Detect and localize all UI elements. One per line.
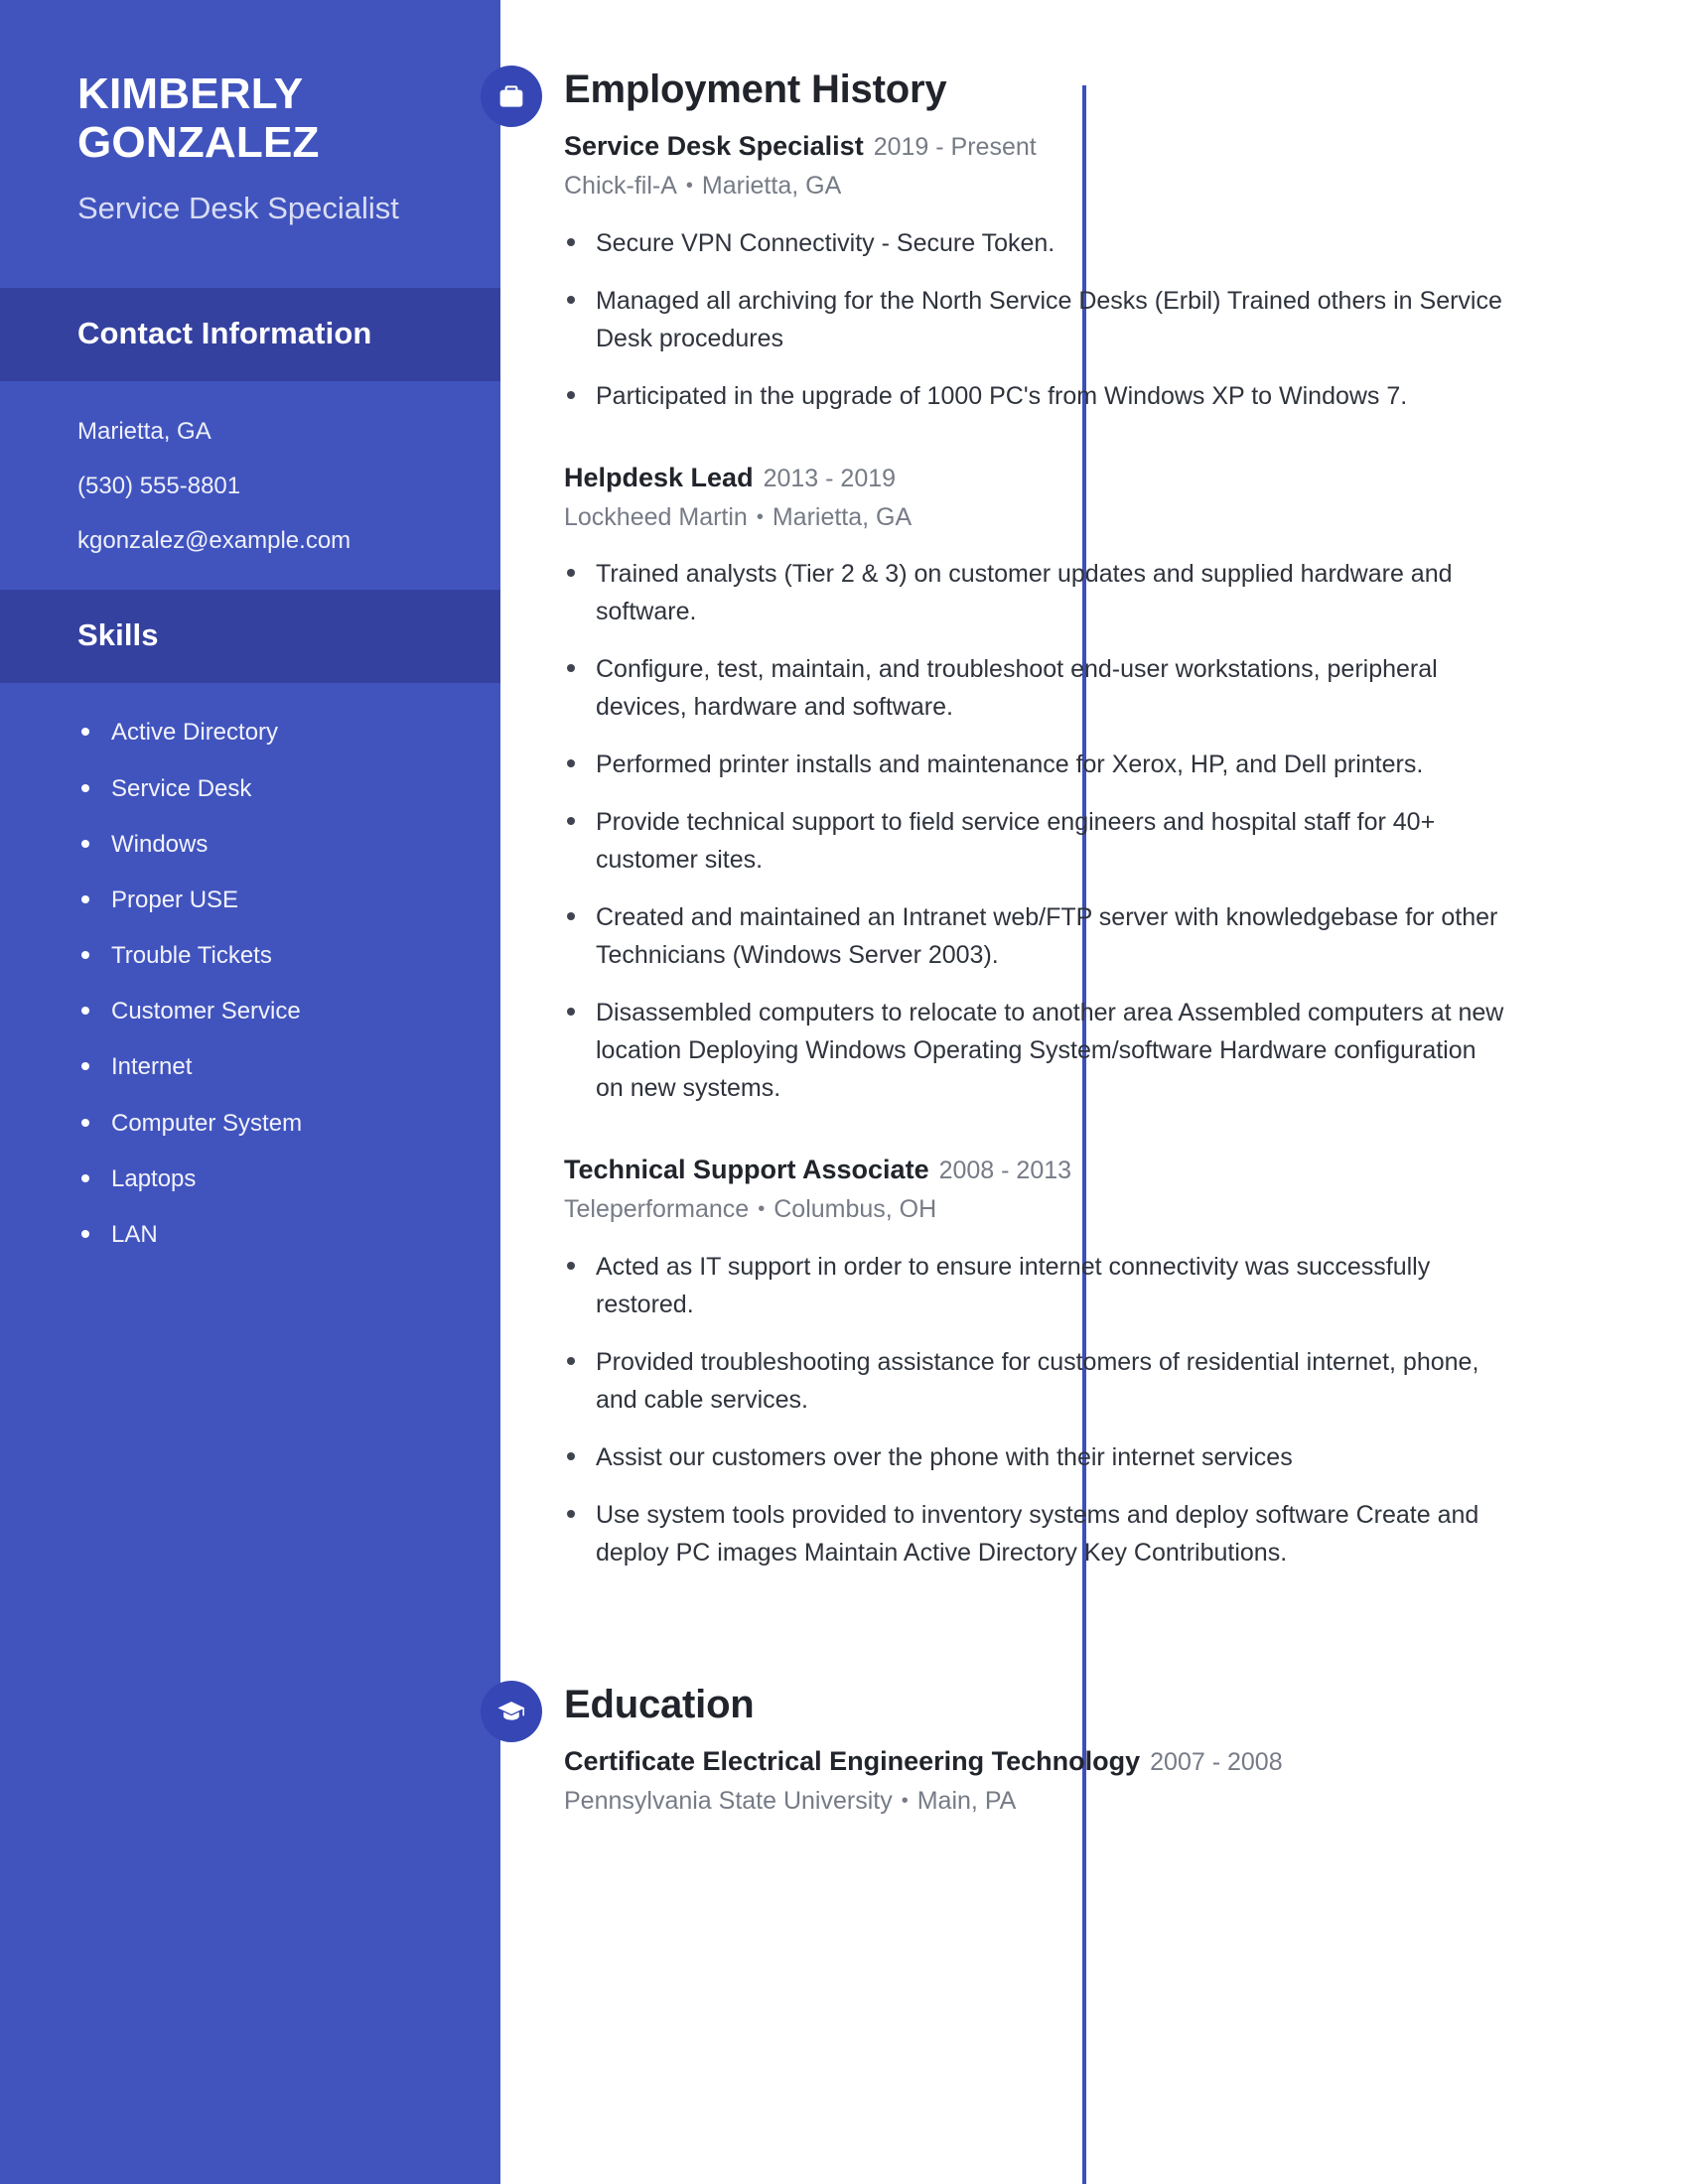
section-header: Education — [481, 1679, 1624, 1742]
education-dates: 2007 - 2008 — [1150, 1747, 1283, 1776]
list-item: Computer System — [77, 1108, 423, 1139]
education-location: Main, PA — [916, 1786, 1017, 1815]
bullet-separator: • — [685, 175, 693, 198]
list-item: LAN — [77, 1219, 423, 1250]
list-item: Assist our customers over the phone with… — [564, 1438, 1509, 1476]
job-bullets: Secure VPN Connectivity - Secure Token. … — [564, 224, 1624, 415]
education-school: Pennsylvania State University — [564, 1786, 893, 1815]
job-bullets: Trained analysts (Tier 2 & 3) on custome… — [564, 555, 1624, 1107]
list-item: Windows — [77, 829, 423, 860]
bullet-separator: • — [901, 1789, 909, 1812]
job-meta: Lockheed Martin • Marietta, GA — [564, 501, 1624, 534]
contact-list: Marietta, GA (530) 555-8801 kgonzalez@ex… — [0, 381, 500, 590]
list-item: Performed printer installs and maintenan… — [564, 746, 1509, 783]
list-item: Laptops — [77, 1163, 423, 1194]
entry-heading: Service Desk Specialist 2019 - Present — [564, 129, 1624, 164]
list-item: Trouble Tickets — [77, 940, 423, 971]
section-title: Education — [564, 1682, 755, 1726]
job-dates: 2019 - Present — [873, 133, 1037, 161]
job-meta: Chick-fil-A • Marietta, GA — [564, 170, 1624, 203]
job-role: Helpdesk Lead — [564, 462, 754, 492]
job-company: Teleperformance — [564, 1195, 750, 1224]
list-item: Managed all archiving for the North Serv… — [564, 282, 1509, 357]
contact-section-heading: Contact Information — [0, 288, 500, 382]
page-title: KIMBERLY GONZALEZ — [77, 69, 320, 168]
job-company: Chick-fil-A — [564, 172, 677, 201]
job-location: Columbus, OH — [774, 1195, 937, 1224]
bullet-separator: • — [758, 1198, 766, 1221]
education-degree: Certificate Electrical Engineering Techn… — [564, 1745, 1141, 1776]
list-item: Provide technical support to field servi… — [564, 803, 1509, 879]
list-item: Participated in the upgrade of 1000 PC's… — [564, 377, 1509, 415]
list-item: Created and maintained an Intranet web/F… — [564, 898, 1509, 974]
section-header: Employment History — [481, 64, 1624, 127]
entry-heading: Certificate Electrical Engineering Techn… — [564, 1744, 1624, 1779]
skills-list: Active Directory Service Desk Windows Pr… — [0, 683, 500, 1250]
list-item: Service Desk — [77, 773, 423, 804]
employment-entry: Service Desk Specialist 2019 - Present Ch… — [564, 129, 1624, 415]
entry-heading: Helpdesk Lead 2013 - 2019 — [564, 461, 1624, 495]
resume-page: KIMBERLY GONZALEZ Service Desk Specialis… — [0, 0, 1688, 2184]
job-dates: 2008 - 2013 — [938, 1157, 1072, 1185]
job-location: Marietta, GA — [701, 172, 842, 201]
job-location: Marietta, GA — [772, 502, 913, 531]
education-entry: Certificate Electrical Engineering Techn… — [564, 1744, 1624, 1818]
job-meta: Teleperformance • Columbus, OH — [564, 1193, 1624, 1226]
section-title: Employment History — [564, 68, 947, 111]
graduation-cap-icon — [481, 1680, 542, 1742]
list-item: Configure, test, maintain, and troublesh… — [564, 650, 1509, 726]
contact-email[interactable]: kgonzalez@example.com — [77, 526, 423, 556]
contact-location: Marietta, GA — [77, 418, 211, 446]
content-column: Employment History Service Desk Speciali… — [481, 0, 1688, 1818]
list-item: Provided troubleshooting assistance for … — [564, 1343, 1509, 1419]
job-title: Service Desk Specialist — [77, 190, 399, 225]
briefcase-icon — [481, 66, 542, 127]
list-item: Acted as IT support in order to ensure i… — [564, 1248, 1509, 1323]
job-bullets: Acted as IT support in order to ensure i… — [564, 1248, 1624, 1571]
main-content: Employment History Service Desk Speciali… — [481, 0, 1688, 2184]
list-item: Internet — [77, 1051, 423, 1082]
education-section: Education Certificate Electrical Enginee… — [481, 1679, 1624, 1818]
skills-section-heading: Skills — [0, 590, 500, 684]
education-meta: Pennsylvania State University • Main, PA — [564, 1785, 1624, 1818]
list-item: Trained analysts (Tier 2 & 3) on custome… — [564, 555, 1509, 630]
sidebar: KIMBERLY GONZALEZ Service Desk Specialis… — [0, 0, 500, 2184]
list-item: Customer Service — [77, 996, 423, 1026]
entry-heading: Technical Support Associate 2008 - 2013 — [564, 1153, 1624, 1187]
bullet-separator: • — [756, 505, 764, 528]
list-item: Use system tools provided to inventory s… — [564, 1496, 1509, 1571]
employment-entry: Technical Support Associate 2008 - 2013 T… — [564, 1153, 1624, 1571]
list-item: Secure VPN Connectivity - Secure Token. — [564, 224, 1509, 262]
job-dates: 2013 - 2019 — [763, 464, 897, 492]
job-company: Lockheed Martin — [564, 502, 748, 531]
list-item: Proper USE — [77, 885, 423, 915]
employment-entry: Helpdesk Lead 2013 - 2019 Lockheed Martin… — [564, 461, 1624, 1108]
employment-history-section: Employment History Service Desk Speciali… — [481, 64, 1624, 1571]
contact-phone[interactable]: (530) 555-8801 — [77, 472, 423, 501]
identity-block: KIMBERLY GONZALEZ Service Desk Specialis… — [0, 0, 500, 226]
job-role: Technical Support Associate — [564, 1155, 929, 1185]
list-item: Active Directory — [77, 717, 423, 748]
list-item: Disassembled computers to relocate to an… — [564, 994, 1509, 1107]
job-role: Service Desk Specialist — [564, 131, 864, 161]
